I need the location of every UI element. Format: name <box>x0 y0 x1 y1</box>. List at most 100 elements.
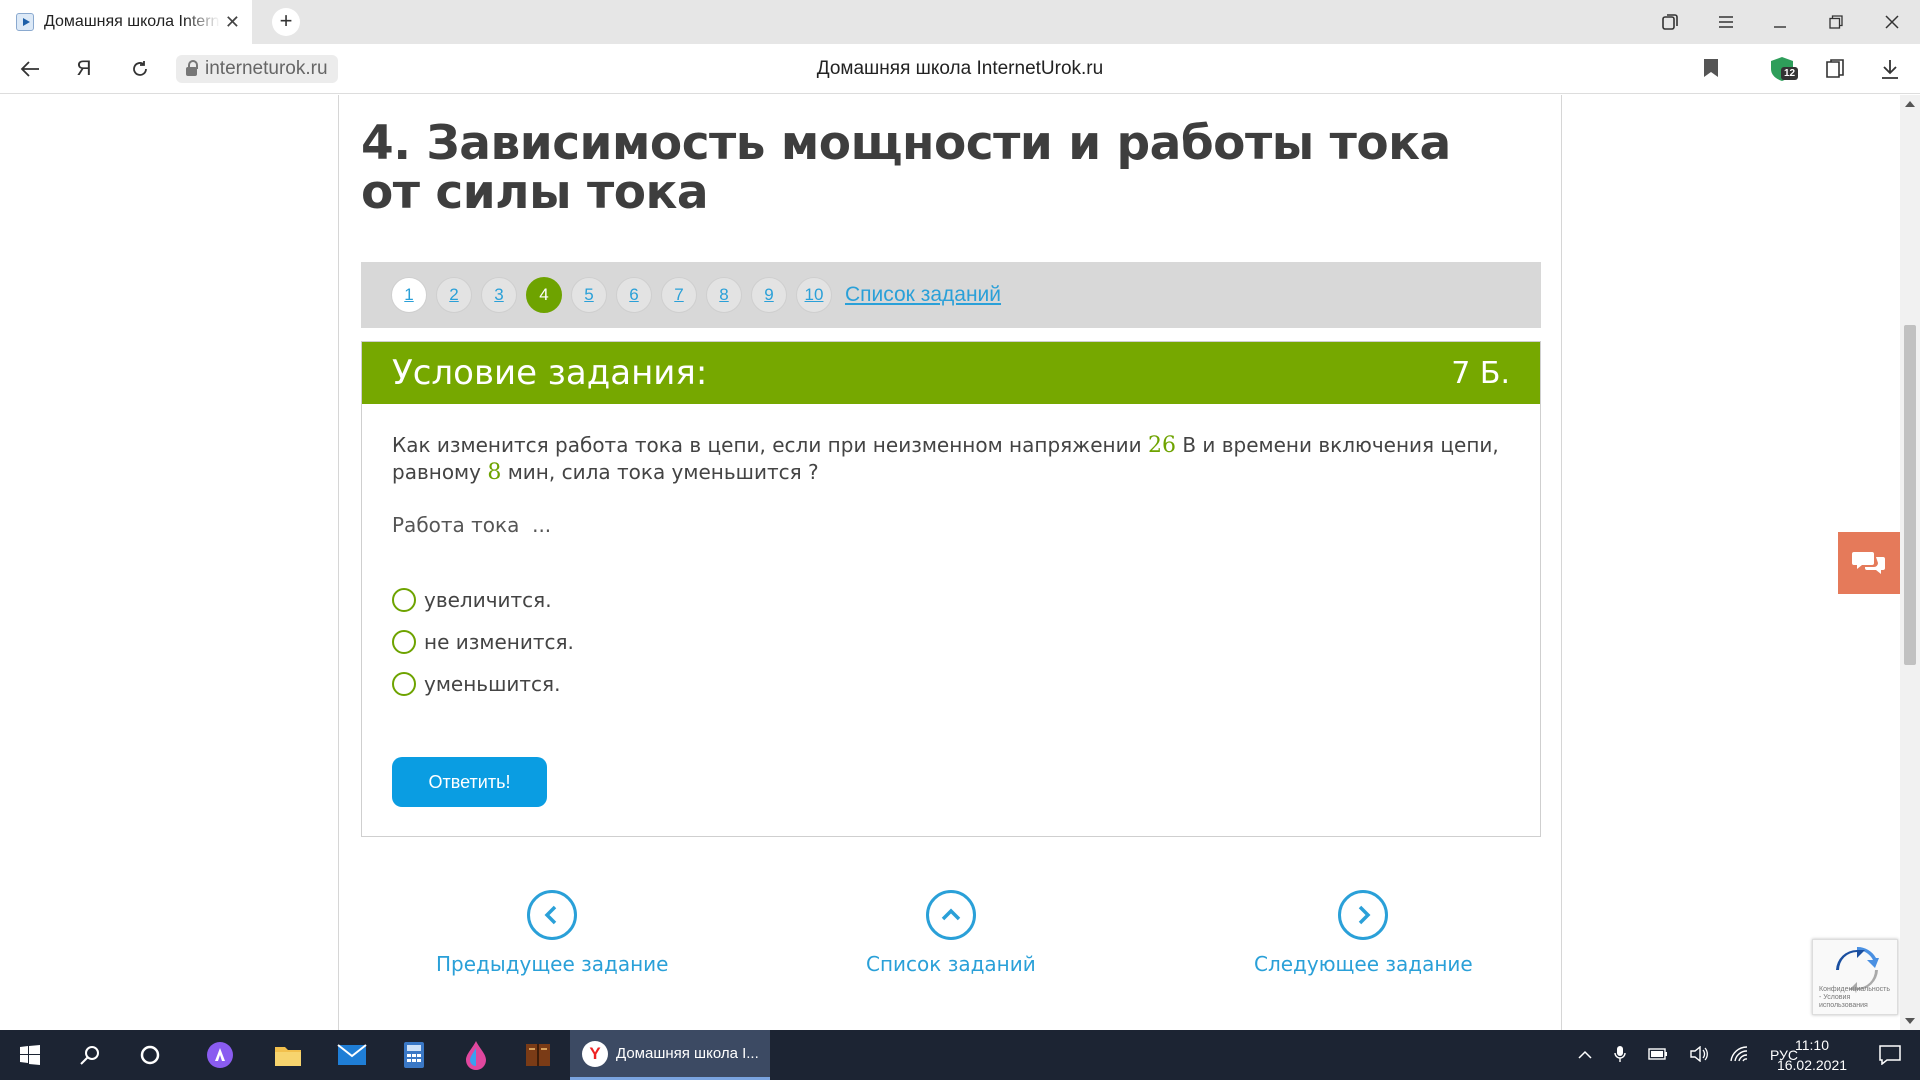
next-task-link[interactable]: Следующее задание <box>1254 890 1473 976</box>
answer-option[interactable]: увеличится. <box>392 579 1510 621</box>
task-subprompt: Работа тока ... <box>392 513 552 537</box>
next-task-label: Следующее задание <box>1254 952 1473 976</box>
downloads-icon[interactable] <box>1870 44 1910 94</box>
url-field[interactable]: interneturok.ru <box>176 55 338 83</box>
task-list-nav-link[interactable]: Список заданий <box>866 890 1036 976</box>
recaptcha-badge[interactable]: Конфиденциальность - Условия использован… <box>1812 939 1898 1015</box>
answer-option-label: уменьшится. <box>424 672 561 696</box>
search-icon[interactable] <box>60 1030 120 1080</box>
battery-icon[interactable] <box>1648 1047 1668 1063</box>
network-wifi-icon[interactable] <box>1730 1045 1748 1065</box>
taskbar-app-title: Домашняя школа I... <box>616 1045 759 1062</box>
tab-title: Домашняя школа InternetUrok.ru <box>44 13 220 30</box>
lesson-content: 4. Зависимость мощности и работы тока от… <box>338 95 1562 1030</box>
pager-item-6[interactable]: 6 <box>616 277 652 313</box>
chat-button[interactable] <box>1838 532 1900 594</box>
chat-bubbles-icon <box>1852 552 1885 574</box>
new-tab-button[interactable]: + <box>272 8 300 36</box>
radio-button[interactable] <box>392 672 416 696</box>
reload-icon[interactable] <box>120 44 160 94</box>
url-text: interneturok.ru <box>205 58 328 79</box>
pager-item-3[interactable]: 3 <box>481 277 517 313</box>
yandex-browser-icon: Y <box>582 1040 608 1067</box>
pager-item-2[interactable]: 2 <box>436 277 472 313</box>
windows-taskbar: Y Домашняя школа I... РУС 11:10 16.02.20… <box>0 1030 1920 1080</box>
yandex-logo-icon[interactable]: Я <box>64 44 104 94</box>
task-header-title: Условие задания: <box>392 353 708 393</box>
menu-icon[interactable] <box>1698 0 1754 44</box>
scrollbar-thumb[interactable] <box>1904 325 1916 665</box>
recaptcha-text: Конфиденциальность - Условия использован… <box>1819 986 1891 1009</box>
radio-button[interactable] <box>392 588 416 612</box>
task-list-nav-label: Список заданий <box>866 952 1036 976</box>
task-question: Как изменится работа тока в цепи, если п… <box>392 432 1510 486</box>
paint-drop-icon[interactable] <box>446 1030 506 1080</box>
show-hidden-icons-icon[interactable] <box>1578 1047 1592 1063</box>
task-pager: 1 2 3 4 5 6 7 8 9 10 Список заданий <box>361 262 1541 328</box>
volume-icon[interactable] <box>1690 1045 1708 1065</box>
close-tab-icon[interactable]: ✕ <box>225 12 240 33</box>
lock-icon <box>186 59 198 76</box>
recaptcha-logo-icon <box>1836 946 1879 990</box>
restore-window-icon[interactable] <box>1808 0 1864 44</box>
browser-tab-bar: Домашняя школа InternetUrok.ru ✕ + <box>0 0 1920 44</box>
pager-item-8[interactable]: 8 <box>706 277 742 313</box>
lesson-title: 4. Зависимость мощности и работы тока от… <box>361 116 1451 220</box>
collections-icon[interactable] <box>1815 44 1855 94</box>
microphone-icon[interactable] <box>1614 1045 1626 1066</box>
extension-badge: 12 <box>1781 67 1799 80</box>
start-windows-icon[interactable] <box>0 1030 60 1080</box>
scroll-up-arrow-icon[interactable] <box>1905 101 1915 107</box>
question-voltage-value: 26 <box>1147 433 1176 458</box>
chevron-up-icon <box>925 890 976 940</box>
address-bar: Домашняя школа InternetUrok.ru Я interne… <box>0 44 1920 94</box>
question-text-1: Как изменится работа тока в цепи, если п… <box>392 433 1142 457</box>
clock-date: 16.02.2021 <box>1776 1057 1848 1073</box>
pager-item-9[interactable]: 9 <box>751 277 787 313</box>
question-text-3: мин, сила тока уменьшится ? <box>507 460 819 484</box>
task-points: 7 Б. <box>1451 355 1510 391</box>
page-scrollbar[interactable] <box>1900 95 1920 1030</box>
scroll-down-arrow-icon[interactable] <box>1905 1018 1915 1024</box>
answer-option-label: не изменится. <box>424 630 574 654</box>
mail-icon[interactable] <box>322 1030 382 1080</box>
task-header: Условие задания: 7 Б. <box>362 342 1540 404</box>
taskbar-clock[interactable]: 11:10 16.02.2021 <box>1768 1035 1856 1075</box>
prev-task-label: Предыдущее задание <box>436 952 669 976</box>
browser-tab-active[interactable]: Домашняя школа InternetUrok.ru ✕ <box>0 0 252 44</box>
clock-time: 11:10 <box>1795 1037 1829 1053</box>
question-time-value: 8 <box>487 460 502 485</box>
answer-options: увеличится. не изменится. уменьшится. <box>392 579 1510 705</box>
answer-option[interactable]: не изменится. <box>392 621 1510 663</box>
task-list-link[interactable]: Список заданий <box>845 283 1001 307</box>
answer-option[interactable]: уменьшится. <box>392 663 1510 705</box>
pager-item-10[interactable]: 10 <box>796 277 832 313</box>
pager-item-1[interactable]: 1 <box>391 277 427 313</box>
notifications-icon[interactable] <box>1860 1030 1920 1080</box>
book-app-icon[interactable] <box>508 1030 568 1080</box>
submit-answer-button[interactable]: Ответить! <box>392 757 547 807</box>
pager-item-5[interactable]: 5 <box>571 277 607 313</box>
task-card: Условие задания: 7 Б. Как изменится рабо… <box>361 341 1541 837</box>
page-viewport: 4. Зависимость мощности и работы тока от… <box>0 95 1920 1030</box>
prev-task-link[interactable]: Предыдущее задание <box>436 890 668 976</box>
back-icon[interactable] <box>10 44 50 94</box>
pager-item-4-active[interactable]: 4 <box>526 277 562 313</box>
file-explorer-icon[interactable] <box>258 1030 318 1080</box>
tabs-overview-icon[interactable] <box>1642 0 1698 44</box>
task-navigation: Предыдущее задание Список заданий Следую… <box>361 890 1541 980</box>
site-favicon-icon <box>16 13 34 31</box>
alice-assistant-icon[interactable] <box>190 1030 250 1080</box>
chevron-left-icon <box>527 890 578 940</box>
system-tray: РУС <box>1578 1030 1798 1080</box>
answer-option-label: увеличится. <box>424 588 552 612</box>
bookmark-icon[interactable] <box>1704 59 1718 77</box>
pager-item-7[interactable]: 7 <box>661 277 697 313</box>
cortana-icon[interactable] <box>120 1030 180 1080</box>
taskbar-browser-app[interactable]: Y Домашняя школа I... <box>570 1030 770 1080</box>
radio-button[interactable] <box>392 630 416 654</box>
close-window-icon[interactable] <box>1864 0 1920 44</box>
calculator-icon[interactable] <box>384 1030 444 1080</box>
minimize-window-icon[interactable] <box>1752 0 1808 44</box>
chevron-right-icon <box>1338 890 1389 940</box>
